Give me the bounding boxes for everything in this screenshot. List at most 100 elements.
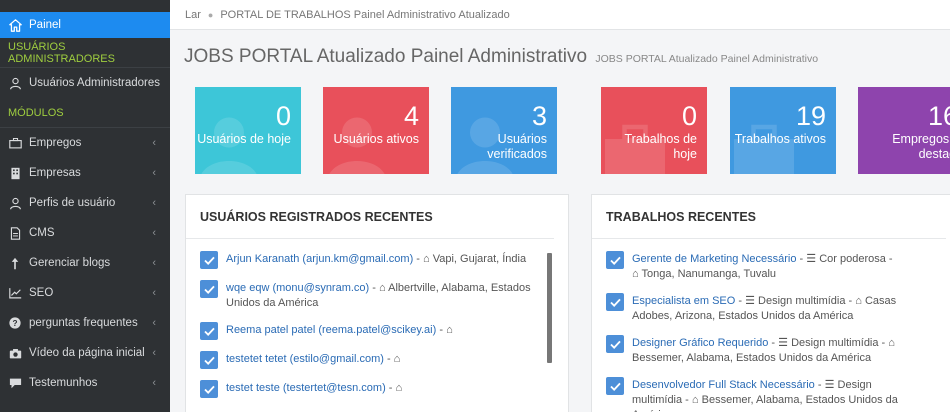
list-item[interactable]: wqe eqw (monu@synram.co) - ⌂ Albertville…	[200, 280, 554, 311]
user-icon	[8, 196, 22, 210]
sidebar-item-label: SEO	[29, 287, 54, 299]
chevron-left-icon: ‹	[152, 197, 156, 209]
briefcase-icon	[8, 136, 22, 150]
home-icon: ⌂	[855, 295, 862, 307]
home-icon	[8, 18, 22, 32]
svg-text:?: ?	[12, 319, 17, 328]
sidebar-item-admin-users[interactable]: Usuários Administradores ‹	[0, 68, 170, 98]
job-link[interactable]: Desenvolvedor Full Stack Necessário	[632, 379, 815, 391]
sidebar-item-label: Gerenciar blogs	[29, 257, 111, 269]
stat-tile-active-jobs[interactable]: 19 Trabalhos ativos	[730, 87, 836, 174]
list-item[interactable]: testet teste (testertet@tesn.com) - ⌂	[200, 380, 554, 398]
job-link[interactable]: Gerente de Marketing Necessário	[632, 253, 796, 265]
check-icon	[200, 322, 218, 340]
stat-label: Empregos em destaque	[892, 132, 950, 161]
sidebar-item-label: perguntas frequentes	[29, 317, 138, 329]
list-item[interactable]: testetet tetet (estilo@gmail.com) - ⌂	[200, 351, 554, 369]
page-title: JOBS PORTAL Atualizado Painel Administra…	[184, 46, 818, 68]
chevron-left-icon: ‹	[150, 77, 154, 89]
list-icon: ☰	[824, 379, 835, 391]
sidebar-item-user-profiles[interactable]: Perfis de usuário ‹	[0, 188, 170, 218]
check-icon	[606, 377, 624, 395]
check-icon	[606, 335, 624, 353]
stat-tile-jobs-today[interactable]: 0 Trabalhos de hoje	[601, 87, 707, 174]
chevron-left-icon: ‹	[152, 287, 156, 299]
user-link[interactable]: testet teste (testertet@tesn.com)	[226, 382, 386, 394]
breadcrumb-separator: ●	[207, 9, 214, 20]
user-link[interactable]: wqe eqw (monu@synram.co)	[226, 282, 369, 294]
sidebar-item-testimonials[interactable]: Testemunhos ‹	[0, 368, 170, 398]
chevron-left-icon: ‹	[152, 257, 156, 269]
sidebar-item-label: Perfis de usuário	[29, 197, 116, 209]
job-link[interactable]: Designer Gráfico Requerido	[632, 337, 768, 349]
chart-line-icon	[8, 286, 22, 300]
breadcrumb-home-link[interactable]: Lar	[185, 9, 201, 21]
list-item[interactable]: Gerente de Marketing Necessário - ☰ Cor …	[606, 251, 946, 282]
sidebar-item-jobs[interactable]: Empregos ‹	[0, 128, 170, 158]
chevron-left-icon: ‹	[152, 167, 156, 179]
question-icon: ?	[8, 316, 22, 330]
list-item[interactable]: Reema patel patel (reema.patel@scikey.ai…	[200, 322, 554, 340]
user-icon	[8, 76, 22, 90]
sidebar-item-dashboard[interactable]: Painel	[0, 12, 170, 38]
list-icon: ☰	[745, 295, 755, 307]
sidebar-item-label: CMS	[29, 227, 55, 239]
list-item[interactable]: Arjun Karanath (arjun.km@gmail.com) - ⌂ …	[200, 251, 554, 269]
job-company: Design multimídia	[791, 337, 879, 349]
check-icon	[200, 351, 218, 369]
job-company: Design multimídia	[758, 295, 846, 307]
sidebar-item-companies[interactable]: Empresas ‹	[0, 158, 170, 188]
sidebar-item-home-video[interactable]: Vídeo da página inicial ‹	[0, 338, 170, 368]
document-icon	[8, 226, 22, 240]
sidebar-item-blogs[interactable]: Gerenciar blogs ‹	[0, 248, 170, 278]
user-location: Vapi, Gujarat, Índia	[432, 253, 527, 265]
sidebar-item-cms[interactable]: CMS ‹	[0, 218, 170, 248]
stat-value: 4	[403, 101, 419, 131]
home-icon: ⌂	[888, 337, 895, 349]
list-icon: ☰	[806, 253, 817, 265]
stat-tile-featured-jobs[interactable]: 16 Empregos em destaque	[858, 87, 950, 174]
stat-label: Usuários de hoje	[197, 132, 291, 146]
sidebar-section-admin-users: USUÁRIOS ADMINISTRADORES	[0, 38, 170, 68]
sidebar-item-label: Usuários Administradores	[29, 77, 161, 89]
recent-jobs-panel: TRABALHOS RECENTES Gerente de Marketing …	[591, 194, 950, 412]
camera-icon	[8, 346, 22, 360]
stat-tile-verified-users[interactable]: 3 Usuários verificados	[451, 87, 557, 174]
check-icon	[200, 251, 218, 269]
check-icon	[606, 251, 624, 269]
list-icon: ☰	[778, 337, 789, 349]
sidebar-item-label: Empregos	[29, 137, 82, 149]
stat-value: 0	[275, 101, 291, 131]
job-link[interactable]: Especialista em SEO	[632, 295, 735, 307]
home-icon: ⌂	[632, 268, 639, 280]
stat-tile-users-today[interactable]: 0 Usuários de hoje	[195, 87, 301, 174]
comment-icon	[8, 376, 22, 390]
page-title-text: JOBS PORTAL Atualizado Painel Administra…	[184, 46, 588, 67]
stat-tile-active-users[interactable]: 4 Usuários ativos	[323, 87, 429, 174]
scrollbar-thumb[interactable]	[547, 253, 552, 363]
page-subtitle: JOBS PORTAL Atualizado Painel Administra…	[595, 53, 819, 65]
user-link[interactable]: Arjun Karanath (arjun.km@gmail.com)	[226, 253, 413, 265]
home-icon: ⌂	[446, 324, 453, 336]
building-icon	[8, 166, 22, 180]
home-icon: ⌂	[691, 394, 699, 406]
user-link[interactable]: Reema patel patel (reema.patel@scikey.ai…	[226, 324, 436, 336]
list-item[interactable]: Designer Gráfico Requerido - ☰ Design mu…	[606, 335, 946, 366]
chevron-left-icon: ‹	[152, 227, 156, 239]
check-icon	[200, 380, 218, 398]
chevron-left-icon: ‹	[152, 347, 156, 359]
recent-users-panel: USUÁRIOS REGISTRADOS RECENTES Arjun Kara…	[185, 194, 569, 412]
stat-label: Trabalhos ativos	[734, 132, 826, 146]
sidebar-item-faq[interactable]: ? perguntas frequentes ‹	[0, 308, 170, 338]
job-location: Bessemer, Alabama, Estados Unidos da Amé…	[632, 352, 872, 364]
sidebar-item-seo[interactable]: SEO ‹	[0, 278, 170, 308]
list-item[interactable]: Especialista em SEO - ☰ Design multimídi…	[606, 293, 946, 324]
breadcrumb: Lar ● PORTAL DE TRABALHOS Painel Adminis…	[170, 0, 950, 30]
stat-label: Usuários verificados	[487, 132, 547, 161]
stat-value: 16	[927, 101, 950, 131]
list-item[interactable]: Desenvolvedor Full Stack Necessário - ☰ …	[606, 377, 946, 412]
sidebar: Painel USUÁRIOS ADMINISTRADORES Usuários…	[0, 0, 170, 412]
home-icon: ⌂	[395, 382, 403, 394]
home-icon: ⌂	[379, 282, 386, 294]
user-link[interactable]: testetet tetet (estilo@gmail.com)	[226, 353, 384, 365]
